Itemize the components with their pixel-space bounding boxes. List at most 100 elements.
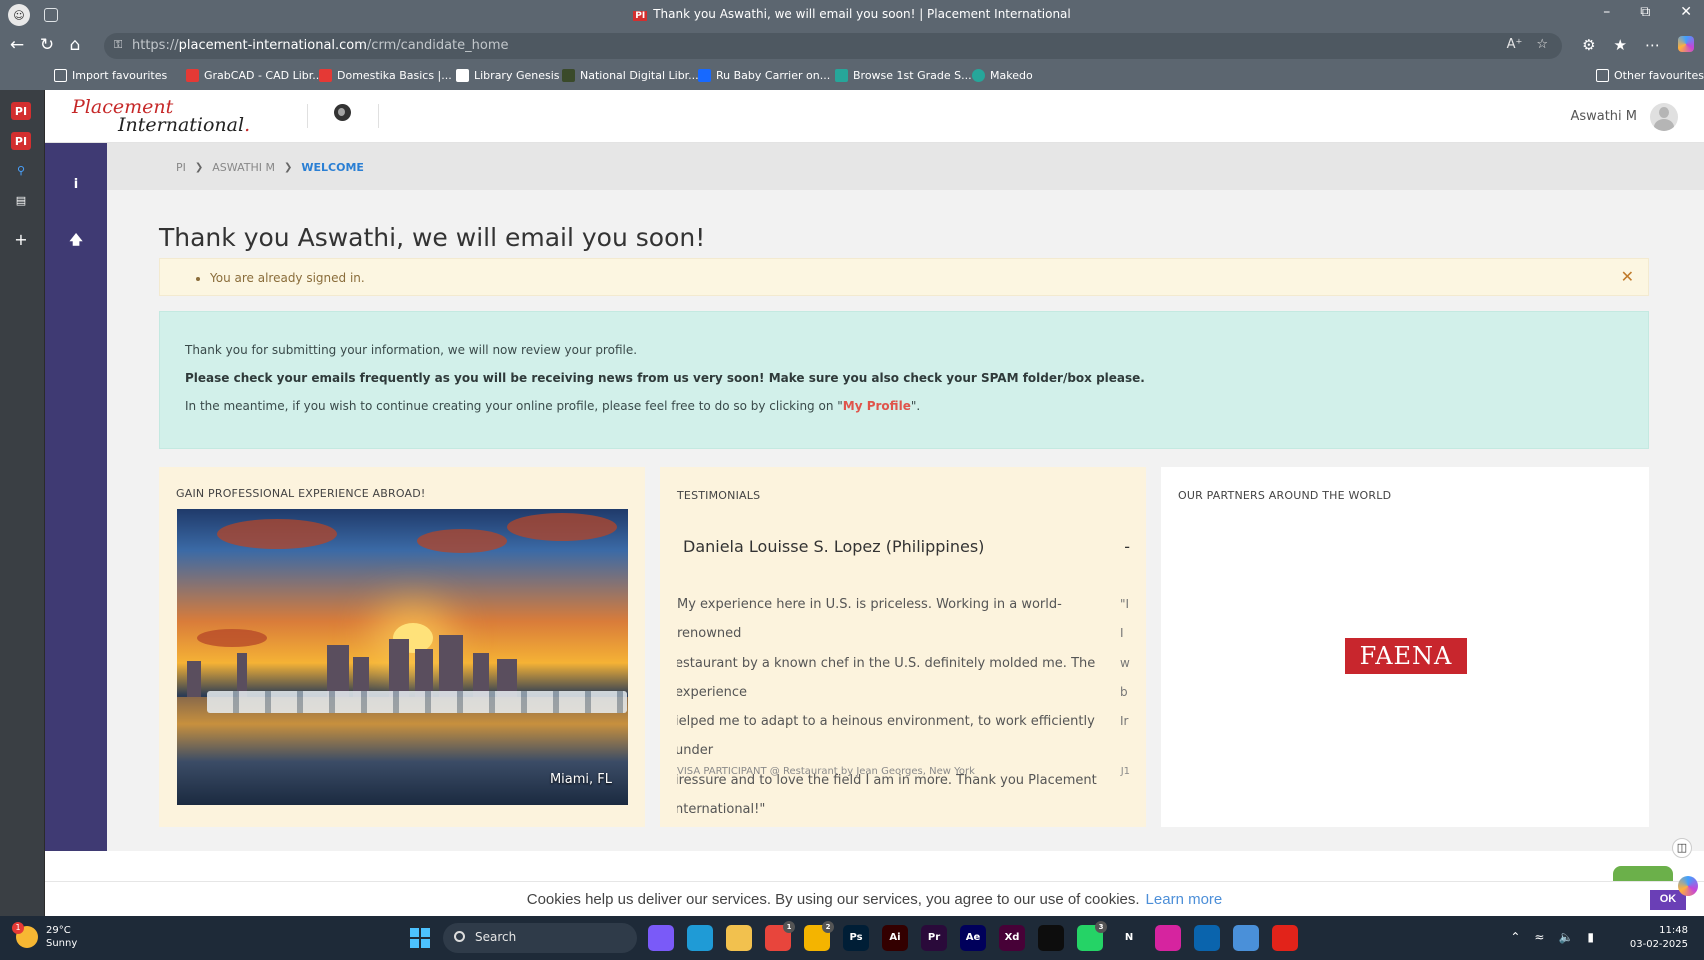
testimonial-dash: - — [1124, 537, 1130, 556]
page-footer — [45, 851, 1704, 881]
close-window-icon[interactable]: ✕ — [1680, 4, 1692, 20]
home-icon[interactable]: ⌂ — [64, 35, 86, 55]
app-badge: 1 — [783, 921, 795, 933]
ndl-icon — [562, 69, 575, 82]
faena-logo[interactable]: FAENA — [1345, 638, 1467, 674]
bookmarks-bar: Import favourites GrabCAD - CAD Libr... … — [0, 63, 1704, 90]
bookmark-item[interactable]: Browse 1st Grade S... — [835, 69, 972, 82]
clock-time: 11:48 — [1659, 925, 1688, 936]
bookmark-item[interactable]: National Digital Libr... — [562, 69, 699, 82]
taskbar-search[interactable]: Search — [443, 923, 637, 953]
premiere-app-icon[interactable]: Pr — [921, 925, 947, 951]
more-menu-icon[interactable]: ⋯ — [1645, 36, 1660, 54]
xd-app-icon[interactable]: Xd — [999, 925, 1025, 951]
other-favourites-label: Other favourites — [1614, 69, 1704, 82]
bookmark-item[interactable]: Domestika Basics |... — [319, 69, 452, 82]
reader-icon[interactable]: ◫ — [1672, 838, 1692, 858]
weather-badge: 1 — [12, 922, 24, 934]
upload-icon[interactable]: 🡅 — [67, 231, 85, 249]
bookmark-item[interactable]: Library Genesis — [456, 69, 560, 82]
volume-icon[interactable]: 🔈 — [1558, 930, 1573, 944]
whatsapp-app-icon[interactable]: 3 — [1077, 921, 1107, 951]
tab-title[interactable]: PI Thank you Aswathi, we will email you s… — [0, 7, 1704, 21]
testimonials-card: TESTIMONIALS Daniela Louisse S. Lopez (P… — [660, 467, 1146, 827]
after-effects-app-icon[interactable]: Ae — [960, 925, 986, 951]
other-favourites[interactable]: Other favourites — [1596, 69, 1704, 82]
extensions-icon[interactable]: ⚙ — [1582, 36, 1595, 54]
copilot-app-icon[interactable] — [648, 925, 674, 951]
peek-char: Ir — [1120, 714, 1129, 729]
notepad-app-icon[interactable] — [1233, 925, 1259, 951]
breadcrumb-item-pi[interactable]: PI — [176, 161, 186, 174]
info-text-3-after: ". — [910, 399, 921, 413]
favorite-star-icon[interactable]: ☆ — [1536, 37, 1548, 52]
experience-card-title: GAIN PROFESSIONAL EXPERIENCE ABROAD! — [176, 487, 426, 500]
testimonial-line: ielped me to adapt to a heinous environm… — [677, 714, 1095, 759]
chrome-app-icon[interactable]: 1 — [765, 921, 795, 951]
testimonial-line: nternational!" — [677, 802, 766, 818]
calendar-tab-icon[interactable]: ▤ — [10, 194, 32, 214]
app-sidebar: i 🡅 — [45, 143, 107, 916]
bookmark-item[interactable]: Import favourites — [54, 69, 167, 82]
app-badge: 2 — [822, 921, 834, 933]
address-bar[interactable]: ⚿ https://placement-international.com/cr… — [104, 33, 1562, 59]
weather-desc: Sunny — [46, 938, 78, 949]
weather-widget[interactable]: 1 29°C Sunny — [12, 922, 78, 950]
outlook-app-icon[interactable] — [1194, 925, 1220, 951]
user-avatar[interactable] — [1650, 103, 1678, 131]
favorites-icon[interactable]: ★ — [1614, 36, 1627, 54]
search-tab-icon[interactable]: ⚲ — [10, 164, 32, 184]
acrobat-app-icon[interactable] — [1272, 925, 1298, 951]
info-text-3-before: In the meantime, if you wish to continue… — [185, 399, 843, 413]
clock[interactable]: 11:48 03-02-2025 — [1630, 924, 1688, 952]
pi-tab-icon[interactable]: PI — [11, 132, 31, 150]
breadcrumb-item-user[interactable]: ASWATHI M — [212, 161, 275, 174]
alert-message: You are already signed in. — [210, 271, 365, 285]
photoshop-app-icon[interactable]: Ps — [843, 925, 869, 951]
bookmark-item[interactable]: Makedo — [972, 69, 1033, 82]
photo-caption: Miami, FL — [549, 772, 612, 787]
chevron-up-icon[interactable]: ⌃ — [1510, 930, 1520, 944]
browser-vertical-tabs: ▣ PI PI ⚲ ▤ + — [0, 90, 44, 916]
edge-app-icon[interactable] — [687, 925, 713, 951]
copilot-float-icon[interactable] — [1678, 876, 1698, 896]
folder-icon — [1596, 69, 1609, 82]
taskbar: 1 29°C Sunny Search 1 2 Ps Ai Pr Ae Xd 3 N ⌃ ≈ 🔈 … — [0, 916, 1704, 960]
illustrator-app-icon[interactable]: Ai — [882, 925, 908, 951]
restore-icon[interactable]: ⧉ — [1640, 4, 1650, 20]
peek-char: b — [1120, 684, 1128, 699]
learn-more-link[interactable]: Learn more — [1146, 891, 1223, 908]
read-aloud-icon[interactable]: A⁺ — [1507, 37, 1523, 52]
bookmark-item[interactable]: GrabCAD - CAD Libr... — [186, 69, 323, 82]
testimonial-line: estaurant by a known chef in the U.S. de… — [677, 655, 1096, 700]
figma-app-icon[interactable] — [1038, 925, 1064, 951]
instagram-app-icon[interactable] — [1155, 925, 1181, 951]
app-badge: 3 — [1095, 921, 1107, 933]
search-icon — [454, 931, 465, 942]
netflix-app-icon[interactable]: N — [1116, 925, 1142, 951]
battery-icon[interactable]: ▮ — [1587, 930, 1594, 944]
minimize-icon[interactable]: – — [1603, 4, 1610, 20]
my-profile-link[interactable]: My Profile — [843, 399, 911, 413]
bookmark-label: Browse 1st Grade S... — [853, 69, 972, 82]
chrome-profile-app-icon[interactable]: 2 — [804, 921, 834, 951]
site-logo[interactable]: Placement International. — [72, 98, 250, 135]
info-icon[interactable]: i — [67, 177, 85, 195]
start-icon[interactable] — [410, 928, 430, 948]
app-label: Xd — [1004, 932, 1020, 943]
close-icon[interactable]: ✕ — [1621, 267, 1634, 286]
copilot-icon[interactable] — [1678, 36, 1694, 52]
file-explorer-icon[interactable] — [726, 925, 752, 951]
miami-photo: Miami, FL — [177, 509, 628, 805]
lock-icon[interactable]: ⚿ — [114, 38, 122, 52]
new-tab-icon[interactable]: + — [10, 230, 32, 250]
back-icon[interactable]: ← — [6, 35, 28, 55]
globe-icon[interactable] — [334, 104, 351, 121]
comodo-badge[interactable] — [1613, 866, 1673, 882]
pi-tab-icon[interactable]: PI — [11, 102, 31, 120]
user-name[interactable]: Aswathi M — [1570, 109, 1637, 124]
bookmark-item[interactable]: Ru Baby Carrier on... — [698, 69, 830, 82]
refresh-icon[interactable]: ↻ — [36, 35, 58, 55]
bookmark-label: Library Genesis — [474, 69, 560, 82]
wifi-icon[interactable]: ≈ — [1534, 930, 1544, 944]
